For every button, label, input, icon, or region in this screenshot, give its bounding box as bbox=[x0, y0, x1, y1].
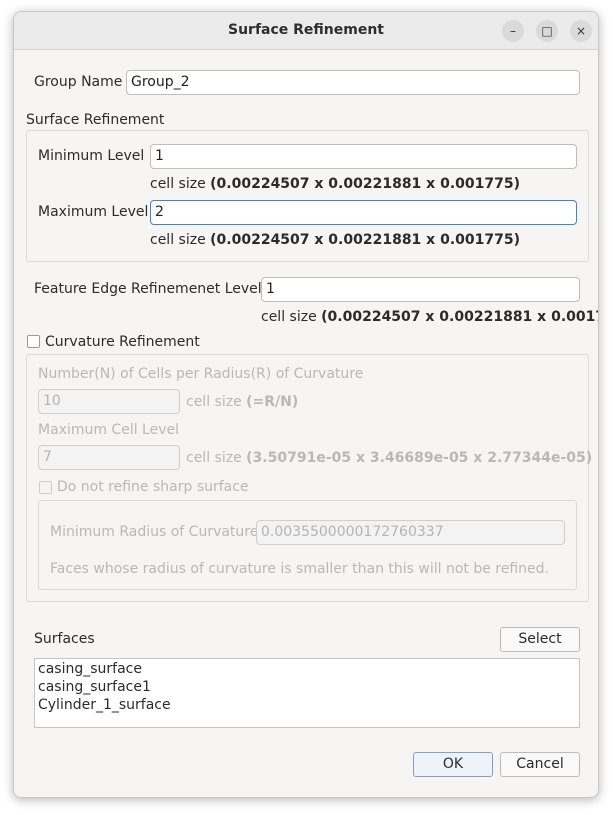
maximum-level-cell-size: cell size (0.00224507 x 0.00221881 x 0.0… bbox=[150, 232, 520, 248]
cell-size-value: (=R/N) bbox=[246, 394, 299, 410]
maximum-cell-level-cell-size: cell size (3.50791e-05 x 3.46689e-05 x 2… bbox=[186, 450, 592, 466]
min-radius-input[interactable]: 0.0035500000172760337 bbox=[256, 520, 565, 545]
title-bar[interactable]: Surface Refinement – □ × bbox=[14, 12, 598, 50]
minimum-level-cell-size: cell size (0.00224507 x 0.00221881 x 0.0… bbox=[150, 176, 520, 192]
cell-size-value: (3.50791e-05 x 3.46689e-05 x 2.77344e-05… bbox=[246, 450, 593, 466]
cells-per-radius-input[interactable]: 10 bbox=[38, 389, 180, 414]
maximum-level-label: Maximum Level bbox=[38, 204, 149, 220]
select-button[interactable]: Select bbox=[500, 627, 580, 652]
cells-per-radius-label: Number(N) of Cells per Radius(R) of Curv… bbox=[38, 366, 364, 382]
cells-per-radius-cell-size: cell size (=R/N) bbox=[186, 394, 298, 410]
cancel-button[interactable]: Cancel bbox=[500, 752, 580, 777]
feature-edge-input[interactable]: 1 bbox=[261, 277, 580, 302]
minimum-level-input[interactable]: 1 bbox=[150, 144, 577, 169]
sharp-surface-checkbox[interactable] bbox=[39, 481, 52, 494]
min-radius-note: Faces whose radius of curvature is small… bbox=[50, 561, 549, 577]
cell-size-prefix: cell size bbox=[186, 394, 242, 410]
cell-size-prefix: cell size bbox=[150, 176, 206, 192]
surfaces-list[interactable]: casing_surface casing_surface1 Cylinder_… bbox=[34, 658, 580, 728]
curvature-refinement-label[interactable]: Curvature Refinement bbox=[45, 334, 200, 350]
maximum-cell-level-label: Maximum Cell Level bbox=[38, 422, 180, 438]
cell-size-value: (0.00224507 x 0.00221881 x 0.001775) bbox=[321, 309, 598, 325]
list-item[interactable]: casing_surface1 bbox=[38, 678, 576, 696]
maximum-cell-level-input[interactable]: 7 bbox=[38, 445, 180, 470]
surface-refinement-dialog: Surface Refinement – □ × Group Name Grou… bbox=[13, 11, 599, 798]
group-name-input[interactable]: Group_2 bbox=[126, 70, 580, 95]
cell-size-prefix: cell size bbox=[261, 309, 317, 325]
cell-size-prefix: cell size bbox=[186, 450, 242, 466]
cell-size-value: (0.00224507 x 0.00221881 x 0.001775) bbox=[210, 176, 520, 192]
feature-edge-label: Feature Edge Refinemenet Level bbox=[34, 281, 262, 297]
feature-edge-cell-size: cell size (0.00224507 x 0.00221881 x 0.0… bbox=[261, 309, 598, 325]
minimize-icon[interactable]: – bbox=[502, 20, 524, 42]
min-radius-label: Minimum Radius of Curvature bbox=[50, 524, 259, 540]
minimum-level-label: Minimum Level bbox=[38, 148, 145, 164]
cell-size-prefix: cell size bbox=[150, 232, 206, 248]
surfaces-label: Surfaces bbox=[34, 631, 95, 647]
close-icon[interactable]: × bbox=[570, 20, 592, 42]
list-item[interactable]: casing_surface bbox=[38, 660, 576, 678]
maximize-icon[interactable]: □ bbox=[536, 20, 558, 42]
list-item[interactable]: Cylinder_1_surface bbox=[38, 696, 576, 714]
curvature-refinement-checkbox[interactable] bbox=[27, 335, 40, 348]
sharp-surface-label[interactable]: Do not refine sharp surface bbox=[57, 479, 249, 495]
cell-size-value: (0.00224507 x 0.00221881 x 0.001775) bbox=[210, 232, 520, 248]
ok-button[interactable]: OK bbox=[413, 752, 493, 777]
surface-refinement-title: Surface Refinement bbox=[26, 112, 165, 128]
maximum-level-input[interactable]: 2 bbox=[150, 200, 577, 225]
group-name-label: Group Name bbox=[34, 74, 123, 90]
